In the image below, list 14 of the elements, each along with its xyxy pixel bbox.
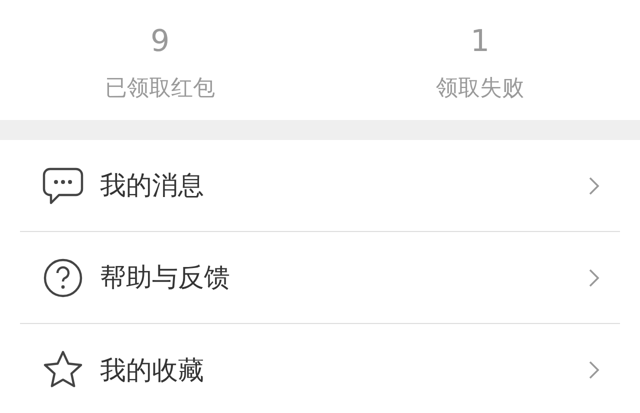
menu-item[interactable]: 帮助与反馈 — [20, 232, 620, 324]
menu-label: 我的收藏 — [100, 354, 205, 388]
menu-label: 我的消息 — [100, 170, 205, 203]
stat-label: 已领取红包 — [105, 75, 215, 103]
menu-label: 帮助与反馈 — [100, 262, 231, 295]
menu-item[interactable]: 我的消息 — [20, 140, 620, 232]
help-icon — [42, 256, 84, 298]
stat-label: 领取失败 — [436, 75, 524, 103]
stat-value: 9 — [150, 24, 170, 60]
menu-item[interactable]: 我的收藏 — [20, 324, 620, 413]
chevron-right-icon — [588, 268, 600, 288]
chevron-right-icon — [588, 360, 600, 380]
chevron-right-icon — [588, 176, 600, 196]
stat-value: 1 — [470, 24, 490, 60]
